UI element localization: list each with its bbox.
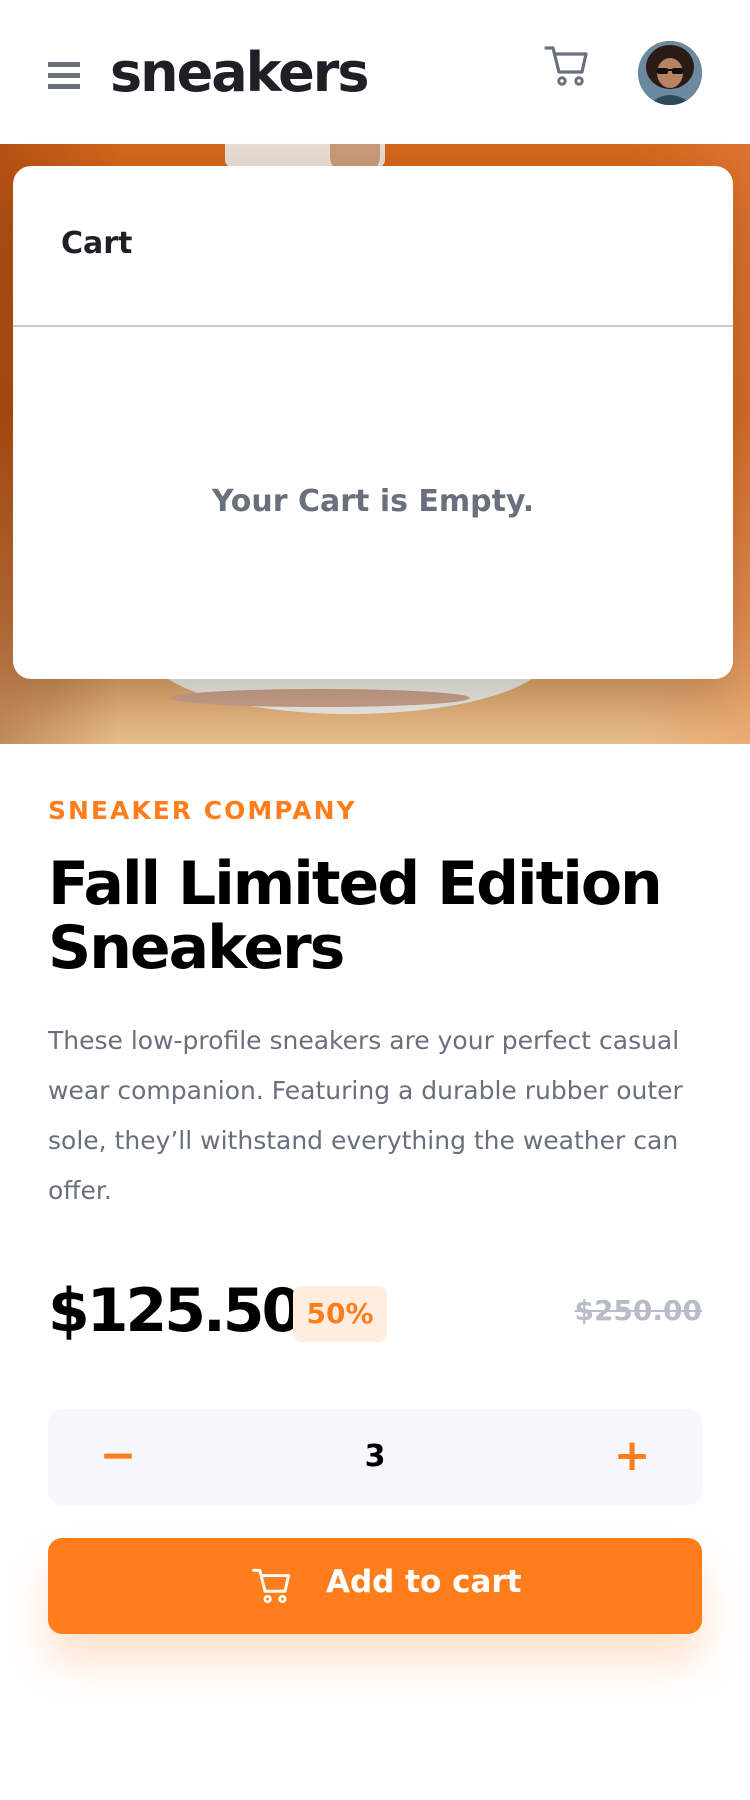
cart-divider — [13, 325, 733, 327]
cart-icon — [252, 1566, 292, 1606]
product-title: Fall Limited Edition Sneakers — [48, 849, 663, 983]
hamburger-menu-icon[interactable] — [48, 62, 80, 90]
quantity-value: 3 — [364, 1439, 386, 1474]
cart-dropdown: Cart Your Cart is Empty. — [13, 166, 733, 679]
original-price: $250.00 — [574, 1294, 702, 1327]
company-name: SNEAKER COMPANY — [48, 796, 357, 825]
product-description: These low-profile sneakers are your perf… — [48, 1026, 683, 1205]
cart-empty-message: Your Cart is Empty. — [211, 484, 535, 519]
cart-icon[interactable] — [544, 44, 590, 88]
user-avatar[interactable] — [638, 41, 702, 105]
current-price: $125.50 — [48, 1276, 303, 1346]
product-page: sneakers Cart Your Cart is Empty. SNEAKE… — [0, 0, 750, 1800]
quantity-stepper: − 3 + — [48, 1409, 702, 1505]
add-to-cart-button[interactable]: Add to cart — [48, 1538, 702, 1634]
header: sneakers — [0, 0, 750, 144]
cart-title: Cart — [61, 226, 133, 261]
logo[interactable]: sneakers — [110, 38, 370, 108]
add-to-cart-label: Add to cart — [326, 1564, 522, 1600]
discount-badge: 50% — [293, 1286, 387, 1342]
increase-quantity-button[interactable]: + — [612, 1431, 652, 1481]
